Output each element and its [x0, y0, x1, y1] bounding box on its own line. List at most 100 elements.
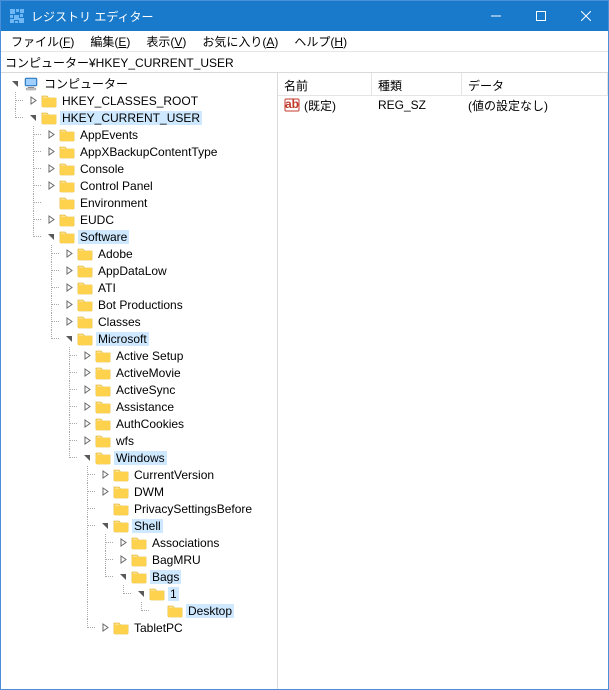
menu-file[interactable]: ファイル(F)	[3, 31, 82, 52]
expander-icon[interactable]	[61, 297, 77, 313]
folder-icon	[77, 331, 93, 347]
folder-icon	[131, 569, 147, 585]
app-icon	[9, 8, 25, 24]
column-data[interactable]: データ	[462, 73, 608, 95]
expander-icon[interactable]	[43, 178, 59, 194]
tree-node[interactable]: Associations	[1, 534, 277, 551]
tree-node[interactable]: Windows	[1, 449, 277, 466]
tree-node[interactable]: Control Panel	[1, 177, 277, 194]
tree-node[interactable]: Adobe	[1, 245, 277, 262]
expander-icon[interactable]	[61, 280, 77, 296]
close-button[interactable]	[563, 1, 608, 31]
expander-icon[interactable]	[25, 110, 41, 126]
expander-icon[interactable]	[79, 365, 95, 381]
expander-icon[interactable]	[61, 314, 77, 330]
expander-icon[interactable]	[61, 246, 77, 262]
expander-icon[interactable]	[97, 518, 113, 534]
address-bar[interactable]: コンピューター¥HKEY_CURRENT_USER	[1, 52, 608, 73]
tree-node[interactable]: AppDataLow	[1, 262, 277, 279]
expander-icon[interactable]	[133, 586, 149, 602]
titlebar-buttons	[473, 1, 608, 31]
tree-node[interactable]: EUDC	[1, 211, 277, 228]
tree-node[interactable]: Environment	[1, 194, 277, 211]
list-row[interactable]: ab(既定)REG_SZ(値の設定なし)	[278, 96, 608, 114]
expander-icon[interactable]	[7, 76, 23, 92]
column-name[interactable]: 名前	[278, 73, 372, 95]
tree-node[interactable]: Active Setup	[1, 347, 277, 364]
titlebar[interactable]: レジストリ エディター	[1, 1, 608, 31]
tree-node[interactable]: AppXBackupContentType	[1, 143, 277, 160]
list-header: 名前 種類 データ	[278, 73, 608, 96]
expander-icon[interactable]	[115, 552, 131, 568]
expander-icon[interactable]	[79, 399, 95, 415]
tree-node[interactable]: CurrentVersion	[1, 466, 277, 483]
menu-view[interactable]: 表示(V)	[138, 31, 194, 52]
tree-node-label: AuthCookies	[114, 417, 186, 431]
tree-node[interactable]: ATI	[1, 279, 277, 296]
string-value-icon: ab	[284, 97, 300, 113]
tree-node-label: wfs	[114, 434, 136, 448]
tree-node-label: Bags	[150, 570, 181, 584]
tree-node[interactable]: Microsoft	[1, 330, 277, 347]
tree-pane[interactable]: コンピューターHKEY_CLASSES_ROOTHKEY_CURRENT_USE…	[1, 73, 278, 689]
minimize-button[interactable]	[473, 1, 518, 31]
expander-icon[interactable]	[61, 263, 77, 279]
tree-node-label: AppDataLow	[96, 264, 169, 278]
column-type[interactable]: 種類	[372, 73, 462, 95]
expander-icon[interactable]	[97, 484, 113, 500]
folder-icon	[77, 263, 93, 279]
expander-icon[interactable]	[43, 212, 59, 228]
tree-node[interactable]: DWM	[1, 483, 277, 500]
expander-icon[interactable]	[97, 467, 113, 483]
tree-node-label: TabletPC	[132, 621, 185, 635]
tree-node[interactable]: PrivacySettingsBefore	[1, 500, 277, 517]
folder-icon	[77, 246, 93, 262]
expander-icon[interactable]	[79, 348, 95, 364]
expander-icon[interactable]	[115, 535, 131, 551]
tree-node-label: Software	[78, 230, 129, 244]
expander-icon	[151, 603, 167, 619]
tree-node-label: Console	[78, 162, 126, 176]
tree-node[interactable]: AuthCookies	[1, 415, 277, 432]
tree-node[interactable]: BagMRU	[1, 551, 277, 568]
list-pane[interactable]: 名前 種類 データ ab(既定)REG_SZ(値の設定なし)	[278, 73, 608, 689]
tree-node[interactable]: Classes	[1, 313, 277, 330]
menu-help[interactable]: ヘルプ(H)	[286, 31, 355, 52]
tree-node[interactable]: HKEY_CLASSES_ROOT	[1, 92, 277, 109]
tree-node[interactable]: HKEY_CURRENT_USER	[1, 109, 277, 126]
tree-node-label: BagMRU	[150, 553, 203, 567]
folder-icon	[95, 399, 111, 415]
tree-node[interactable]: Software	[1, 228, 277, 245]
tree-node[interactable]: ActiveMovie	[1, 364, 277, 381]
menu-edit[interactable]: 編集(E)	[82, 31, 138, 52]
tree-node[interactable]: Shell	[1, 517, 277, 534]
expander-icon[interactable]	[43, 144, 59, 160]
tree-node[interactable]: 1	[1, 585, 277, 602]
tree-node[interactable]: Desktop	[1, 602, 277, 619]
tree-node[interactable]: TabletPC	[1, 619, 277, 636]
tree-node[interactable]: Bot Productions	[1, 296, 277, 313]
expander-icon[interactable]	[25, 93, 41, 109]
tree-node[interactable]: Bags	[1, 568, 277, 585]
expander-icon[interactable]	[79, 450, 95, 466]
tree-node[interactable]: ActiveSync	[1, 381, 277, 398]
tree-node[interactable]: wfs	[1, 432, 277, 449]
expander-icon[interactable]	[97, 620, 113, 636]
menu-favorites[interactable]: お気に入り(A)	[194, 31, 286, 52]
folder-icon	[113, 484, 129, 500]
tree-node[interactable]: Console	[1, 160, 277, 177]
expander-icon[interactable]	[79, 382, 95, 398]
expander-icon[interactable]	[79, 416, 95, 432]
tree-node[interactable]: Assistance	[1, 398, 277, 415]
expander-icon[interactable]	[79, 433, 95, 449]
expander-icon[interactable]	[115, 569, 131, 585]
folder-icon	[131, 552, 147, 568]
expander-icon[interactable]	[43, 161, 59, 177]
expander-icon[interactable]	[43, 127, 59, 143]
expander-icon[interactable]	[43, 229, 59, 245]
expander-icon[interactable]	[61, 331, 77, 347]
tree-node[interactable]: AppEvents	[1, 126, 277, 143]
maximize-button[interactable]	[518, 1, 563, 31]
folder-icon	[77, 280, 93, 296]
tree-node[interactable]: コンピューター	[1, 75, 277, 92]
